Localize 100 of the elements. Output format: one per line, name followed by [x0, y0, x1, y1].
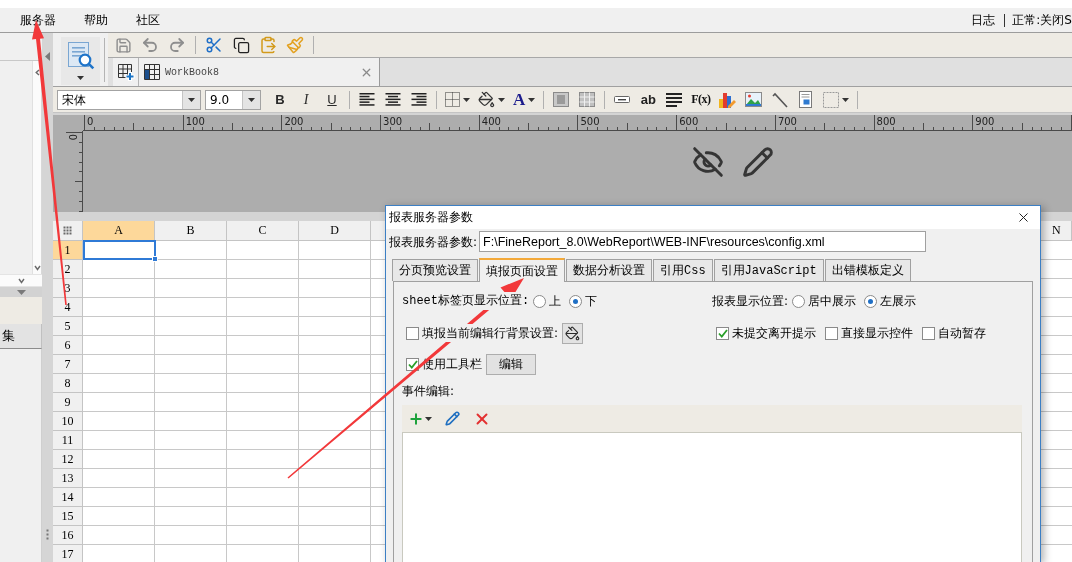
triangle-down-icon [16, 289, 26, 295]
menu-item[interactable]: 帮助 [84, 11, 108, 29]
caret-icon [425, 416, 432, 421]
settings-tab[interactable]: 引用Css [653, 259, 713, 281]
checkbox[interactable] [716, 326, 729, 340]
collapse-bar[interactable] [0, 287, 42, 297]
column-header[interactable]: A [83, 221, 155, 240]
panel-tab[interactable]: 集 [0, 324, 42, 349]
horizontal-scrollbar[interactable] [0, 274, 42, 287]
bold-button[interactable]: B [269, 88, 291, 111]
align-right-icon [411, 93, 427, 106]
vertical-scrollbar[interactable] [32, 61, 41, 274]
row-number[interactable]: 4 [53, 298, 83, 317]
row-number[interactable]: 9 [53, 393, 83, 412]
color-picker-button[interactable] [562, 322, 584, 344]
radio-button[interactable] [569, 294, 583, 308]
panel-toolbar [0, 297, 42, 324]
panel-splitter[interactable] [42, 33, 53, 562]
radio-button[interactable] [533, 294, 547, 308]
eye-off-icon [692, 146, 724, 178]
field-label: 报表服务器参数: [389, 233, 478, 251]
row-number[interactable]: 1 [53, 241, 83, 260]
select-all-dots-icon [63, 226, 72, 235]
text-widget-button[interactable]: ab [637, 88, 660, 111]
row-number[interactable]: 10 [53, 412, 83, 431]
caret-icon [498, 97, 505, 102]
checkbox-option[interactable]: 直接显示控件 [825, 324, 913, 342]
triangle-left-icon [45, 52, 50, 61]
settings-tab[interactable]: 出错模板定义 [824, 259, 911, 281]
ruler-number: 100 [185, 116, 205, 127]
add-sheet-icon [116, 63, 135, 81]
checkbox[interactable] [406, 326, 419, 340]
radio-button[interactable] [792, 294, 806, 308]
row-number[interactable]: 12 [53, 450, 83, 469]
font-color-button[interactable]: A [511, 88, 538, 111]
italic-button[interactable]: I [295, 88, 317, 111]
paragraph-lines-icon [666, 92, 683, 107]
formula-button[interactable]: F(x) [689, 88, 713, 111]
fill-handle[interactable] [152, 256, 158, 262]
text-field-icon [614, 96, 631, 103]
status-text: 正常:关闭S [1012, 12, 1072, 29]
caret-icon [188, 97, 195, 102]
checkbox-option[interactable]: 自动暂存 [922, 324, 986, 342]
underline-button[interactable]: U [321, 88, 343, 111]
row-number[interactable]: 16 [53, 526, 83, 545]
settings-tab[interactable]: 分页预览设置 [392, 259, 478, 281]
radio-button[interactable] [864, 294, 878, 308]
row-number[interactable]: 15 [53, 507, 83, 526]
dialog-title: 报表服务器参数 [389, 209, 473, 226]
field-label: sheet标签页显示位置: [402, 292, 530, 310]
radio-option[interactable]: 居中展示 [792, 292, 857, 310]
checkbox[interactable] [922, 326, 935, 340]
ruler-number: 400 [481, 116, 501, 127]
log-link[interactable]: 日志 [971, 11, 996, 29]
caret-icon [77, 76, 84, 80]
radio-option[interactable]: 下 [569, 292, 598, 310]
row-number[interactable]: 5 [53, 317, 83, 336]
settings-tab[interactable]: 引用JavaScript [713, 259, 824, 281]
font-select[interactable]: 宋体 [57, 89, 201, 110]
brush-icon [286, 36, 304, 54]
ruler-number: 0 [87, 116, 94, 127]
settings-tab[interactable]: 填报页面设置 [479, 258, 565, 282]
checkbox[interactable] [825, 326, 838, 340]
field-label: 报表显示位置: [712, 293, 789, 310]
row-number[interactable]: 7 [53, 355, 83, 374]
path-field[interactable]: F:\FineReport_8.0\WebReport\WEB-INF\resources\config.xml [479, 231, 927, 252]
redo-icon [168, 36, 186, 54]
row-number[interactable]: 17 [53, 545, 83, 562]
radio-option[interactable]: 上 [533, 292, 562, 310]
dropdown-button[interactable] [242, 90, 260, 109]
radio-option[interactable]: 左展示 [864, 292, 917, 310]
checkbox-option[interactable]: 填报当前编辑行背景设置: [406, 324, 559, 342]
dropdown-button[interactable] [182, 90, 200, 109]
row-number[interactable]: 11 [53, 431, 83, 450]
row-number[interactable]: 13 [53, 469, 83, 488]
document-icon [799, 91, 813, 108]
edit-button[interactable]: 编辑 [486, 353, 536, 375]
row-number[interactable]: 2 [53, 260, 83, 279]
pencil-icon [444, 411, 460, 426]
checkbox-option[interactable]: 未提交离开提示 [716, 324, 816, 342]
grip-dots-icon [46, 529, 49, 540]
ruler-number: 800 [876, 116, 896, 127]
row-number[interactable]: 3 [53, 279, 83, 298]
font-size-select[interactable]: 9.0 [205, 89, 261, 110]
document-tab[interactable]: WorkBook8 [139, 58, 380, 86]
settings-tab[interactable]: 数据分析设置 [566, 259, 652, 281]
ruler-number: 500 [580, 116, 600, 127]
row-number[interactable]: 6 [53, 336, 83, 355]
new-sheet-button[interactable] [113, 58, 139, 86]
scissors-icon [205, 36, 223, 54]
row-number[interactable]: 14 [53, 488, 83, 507]
selected-cell[interactable] [83, 240, 156, 260]
row-number[interactable]: 8 [53, 374, 83, 393]
ruler-number: 0 [67, 134, 78, 141]
undo-icon [141, 36, 159, 54]
menu-item[interactable]: 社区 [136, 11, 160, 29]
preview-button[interactable] [61, 37, 100, 85]
border-frame-icon [822, 91, 839, 108]
table-grid-icon [579, 92, 596, 107]
caret-icon [463, 97, 470, 102]
